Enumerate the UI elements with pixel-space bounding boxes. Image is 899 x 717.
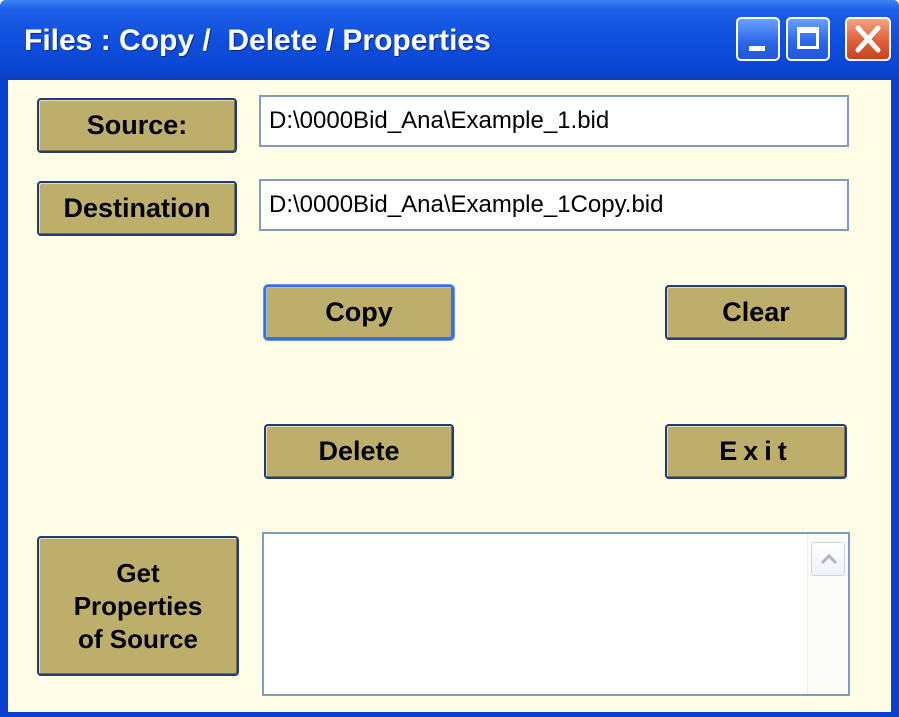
delete-button[interactable]: Delete [264, 424, 454, 479]
maximize-button[interactable] [786, 17, 830, 61]
exit-button[interactable]: Exit [665, 424, 847, 479]
get-properties-label-line1: Get [116, 557, 160, 588]
scroll-up-button[interactable] [811, 542, 845, 576]
minimize-button[interactable] [736, 17, 780, 61]
source-path-field[interactable]: D:\0000Bid_Ana\Example_1.bid [259, 95, 849, 147]
window-bottom-border [0, 712, 899, 717]
destination-path-field[interactable]: D:\0000Bid_Ana\Example_1Copy.bid [259, 179, 849, 231]
source-button[interactable]: Source: [37, 98, 237, 153]
close-button[interactable] [845, 17, 891, 61]
destination-path-value: D:\0000Bid_Ana\Example_1Copy.bid [269, 191, 664, 218]
clear-button-label: Clear [722, 297, 790, 327]
destination-button-label: Destination [63, 193, 211, 223]
destination-button[interactable]: Destination [37, 181, 237, 236]
get-properties-button[interactable]: Get Properties of Source [37, 536, 239, 676]
app-window: Files : Copy / Delete / Properties Sourc… [0, 0, 899, 717]
client-area: Source: D:\0000Bid_Ana\Example_1.bid Des… [8, 80, 891, 712]
exit-button-label: Exit [719, 436, 793, 466]
delete-button-label: Delete [318, 436, 400, 466]
source-button-label: Source: [86, 110, 188, 140]
copy-button[interactable]: Copy [264, 285, 454, 340]
properties-output-box[interactable] [262, 532, 850, 696]
get-properties-label-line2: Properties [73, 590, 203, 621]
title-bar[interactable]: Files : Copy / Delete / Properties [0, 0, 899, 80]
copy-button-label: Copy [325, 297, 393, 327]
get-properties-label-line3: of Source [78, 623, 198, 654]
clear-button[interactable]: Clear [665, 285, 847, 340]
window-title: Files : Copy / Delete / Properties [24, 24, 491, 57]
vertical-scrollbar[interactable] [807, 534, 848, 694]
source-path-value: D:\0000Bid_Ana\Example_1.bid [269, 107, 610, 134]
